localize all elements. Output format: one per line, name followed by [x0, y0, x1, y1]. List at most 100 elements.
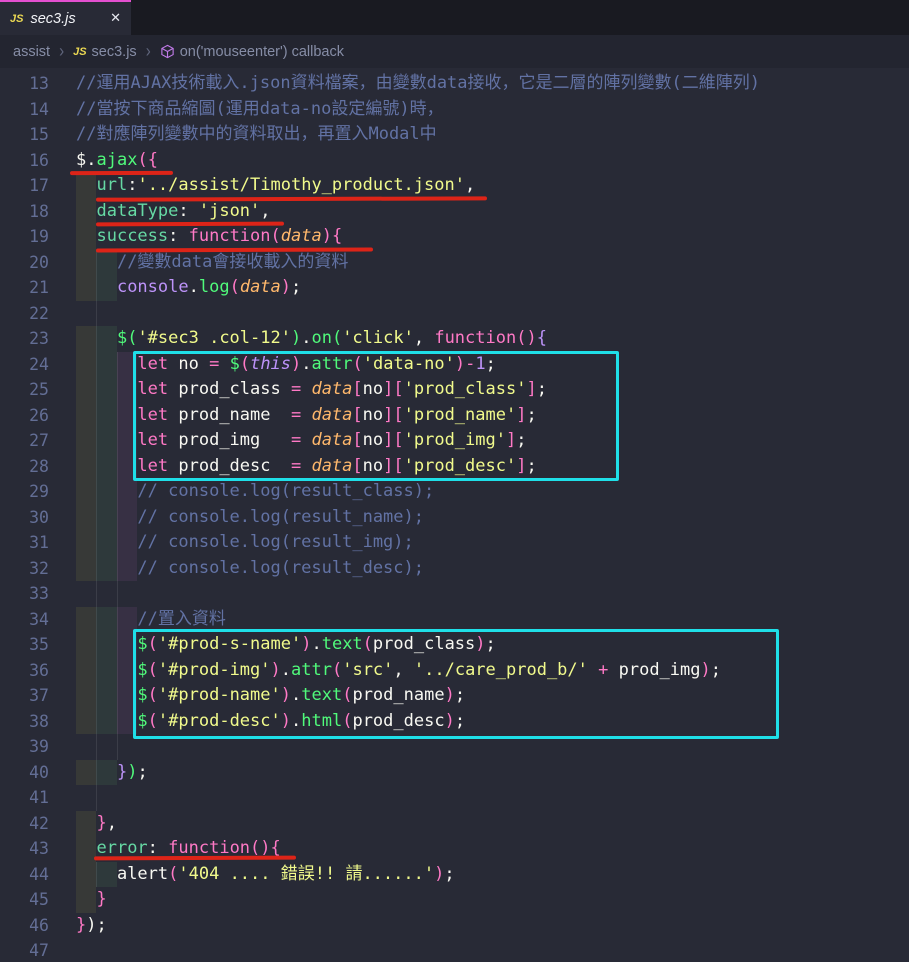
line-number: 30 — [0, 508, 76, 527]
js-file-icon: JS — [73, 46, 86, 58]
code-line[interactable]: 42 }, — [0, 811, 909, 837]
code-text: $('#prod-img').attr('src', '../care_prod… — [76, 658, 721, 684]
code-text: }); — [76, 913, 107, 939]
code-text: let prod_img = data[no]['prod_img']; — [76, 428, 526, 454]
line-number: 34 — [0, 610, 76, 629]
line-number: 13 — [0, 74, 76, 93]
line-number: 17 — [0, 176, 76, 195]
breadcrumb-item-file[interactable]: JS sec3.js — [73, 44, 137, 60]
line-number: 47 — [0, 941, 76, 960]
code-line[interactable]: 39 — [0, 734, 909, 760]
code-line[interactable]: 29 // console.log(result_class); — [0, 479, 909, 505]
line-number: 41 — [0, 788, 76, 807]
code-line[interactable]: 33 — [0, 581, 909, 607]
code-text: // console.log(result_name); — [76, 505, 424, 531]
line-number: 28 — [0, 457, 76, 476]
line-number: 39 — [0, 737, 76, 756]
line-number: 42 — [0, 814, 76, 833]
code-line[interactable]: 21 console.log(data); — [0, 275, 909, 301]
code-line[interactable]: 25 let prod_class = data[no]['prod_class… — [0, 377, 909, 403]
line-number: 43 — [0, 839, 76, 858]
line-number: 29 — [0, 482, 76, 501]
line-number: 31 — [0, 533, 76, 552]
code-area[interactable]: 13//運用AJAX技術載入.json資料檔案，由變數data接收，它是二層的陣… — [0, 68, 909, 962]
code-line[interactable]: 32 // console.log(result_desc); — [0, 556, 909, 582]
line-number: 44 — [0, 865, 76, 884]
code-line[interactable]: 36 $('#prod-img').attr('src', '../care_p… — [0, 658, 909, 684]
code-line[interactable]: 30 // console.log(result_name); — [0, 505, 909, 531]
code-text: //當按下商品縮圖(運用data-no設定編號)時， — [76, 97, 444, 123]
code-line[interactable]: 43 error: function(){ — [0, 836, 909, 862]
code-line[interactable]: 13//運用AJAX技術載入.json資料檔案，由變數data接收，它是二層的陣… — [0, 71, 909, 97]
code-line[interactable]: 45 } — [0, 887, 909, 913]
js-file-icon: JS — [10, 13, 23, 25]
code-line[interactable]: 27 let prod_img = data[no]['prod_img']; — [0, 428, 909, 454]
code-line[interactable]: 15//對應陣列變數中的資料取出，再置入Modal中 — [0, 122, 909, 148]
code-line[interactable]: 47 — [0, 938, 909, 962]
code-line[interactable]: 37 $('#prod-name').text(prod_name); — [0, 683, 909, 709]
code-line[interactable]: 41 — [0, 785, 909, 811]
code-line[interactable]: 35 $('#prod-s-name').text(prod_class); — [0, 632, 909, 658]
code-line[interactable]: 16$.ajax({ — [0, 148, 909, 174]
code-text: $.ajax({ — [76, 148, 158, 174]
code-text: url:'../assist/Timothy_product.json', — [76, 173, 475, 199]
line-number: 33 — [0, 584, 76, 603]
code-text: //運用AJAX技術載入.json資料檔案，由變數data接收，它是二層的陣列變… — [76, 71, 760, 97]
line-number: 40 — [0, 763, 76, 782]
code-line[interactable]: 31 // console.log(result_img); — [0, 530, 909, 556]
code-text: //對應陣列變數中的資料取出，再置入Modal中 — [76, 122, 437, 148]
code-line[interactable]: 14//當按下商品縮圖(運用data-no設定編號)時， — [0, 97, 909, 123]
code-text: $('#sec3 .col-12').on('click', function(… — [76, 326, 547, 352]
code-line[interactable]: 17 url:'../assist/Timothy_product.json', — [0, 173, 909, 199]
code-line[interactable]: 20 //變數data會接收載入的資料 — [0, 250, 909, 276]
line-number: 14 — [0, 100, 76, 119]
breadcrumb-item-assist[interactable]: assist — [13, 44, 50, 60]
line-number: 45 — [0, 890, 76, 909]
line-number: 26 — [0, 406, 76, 425]
indent-guide — [117, 581, 118, 607]
line-number: 21 — [0, 278, 76, 297]
code-text: dataType: 'json', — [76, 199, 271, 225]
code-text: let prod_name = data[no]['prod_name']; — [76, 403, 537, 429]
code-text: $('#prod-name').text(prod_name); — [76, 683, 465, 709]
breadcrumb-item-symbol[interactable]: on('mouseenter') callback — [160, 44, 344, 60]
line-number: 16 — [0, 151, 76, 170]
indent-guide — [96, 301, 97, 327]
code-text: } — [76, 887, 107, 913]
code-line[interactable]: 26 let prod_name = data[no]['prod_name']… — [0, 403, 909, 429]
code-line[interactable]: 46}); — [0, 913, 909, 939]
close-icon[interactable]: ✕ — [110, 11, 121, 26]
code-line[interactable]: 22 — [0, 301, 909, 327]
code-line[interactable]: 34 //置入資料 — [0, 607, 909, 633]
code-line[interactable]: 24 let no = $(this).attr('data-no')-1; — [0, 352, 909, 378]
indent-guide — [96, 734, 97, 760]
code-text: alert('404 .... 錯誤!! 請......'); — [76, 862, 455, 888]
code-text: // console.log(result_desc); — [76, 556, 424, 582]
code-text: }); — [76, 760, 148, 786]
code-line[interactable]: 18 dataType: 'json', — [0, 199, 909, 225]
line-number: 25 — [0, 380, 76, 399]
tab-sec3js[interactable]: JS sec3.js ✕ — [0, 0, 131, 35]
symbol-method-icon — [160, 44, 175, 59]
code-text: error: function(){ — [76, 836, 281, 862]
indent-guide — [96, 785, 97, 811]
breadcrumb: assist › JS sec3.js › on('mouseenter') c… — [0, 35, 909, 68]
code-text: //置入資料 — [76, 607, 226, 633]
code-line[interactable]: 23 $('#sec3 .col-12').on('click', functi… — [0, 326, 909, 352]
tab-bar: JS sec3.js ✕ — [0, 0, 909, 35]
code-line[interactable]: 28 let prod_desc = data[no]['prod_desc']… — [0, 454, 909, 480]
line-number: 19 — [0, 227, 76, 246]
indent-guide — [96, 581, 97, 607]
code-text: // console.log(result_class); — [76, 479, 434, 505]
code-text: // console.log(result_img); — [76, 530, 414, 556]
code-line[interactable]: 38 $('#prod-desc').html(prod_desc); — [0, 709, 909, 735]
code-line[interactable]: 19 success: function(data){ — [0, 224, 909, 250]
code-line[interactable]: 40 }); — [0, 760, 909, 786]
code-line[interactable]: 44 alert('404 .... 錯誤!! 請......'); — [0, 862, 909, 888]
code-text: let prod_desc = data[no]['prod_desc']; — [76, 454, 537, 480]
code-text: //變數data會接收載入的資料 — [76, 250, 348, 276]
line-number: 37 — [0, 686, 76, 705]
indent-guide — [117, 734, 118, 760]
code-text: let prod_class = data[no]['prod_class']; — [76, 377, 547, 403]
line-number: 35 — [0, 635, 76, 654]
